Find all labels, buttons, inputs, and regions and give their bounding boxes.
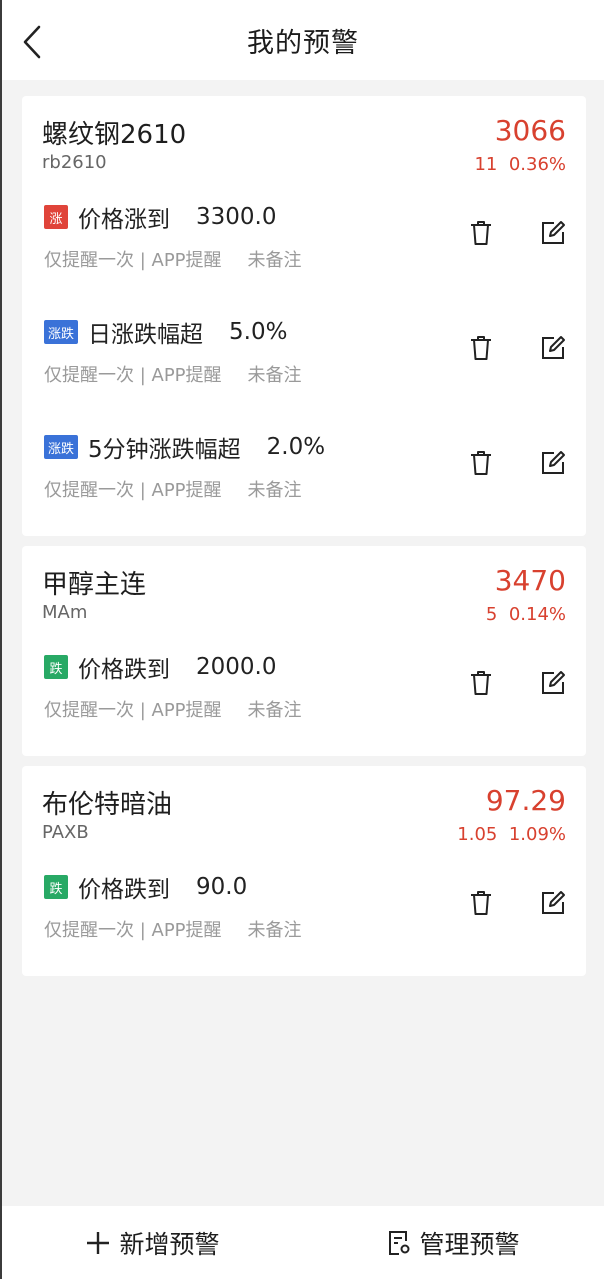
instrument-code: MAm bbox=[42, 602, 88, 623]
edit-button[interactable] bbox=[538, 668, 568, 698]
alert-value: 90.0 bbox=[196, 874, 248, 900]
alert-frequency: 仅提醒一次 | APP提醒 bbox=[44, 700, 222, 721]
alert-card[interactable]: 甲醇主连 MAm 3470 5 0.14% 跌 价格跌到 2000.0 仅提醒一… bbox=[22, 546, 586, 756]
manage-alerts-button[interactable]: 管理预警 bbox=[303, 1206, 604, 1279]
edit-button[interactable] bbox=[538, 333, 568, 363]
alert-value: 2000.0 bbox=[196, 654, 277, 680]
alert-details: 仅提醒一次 | APP提醒 未备注 bbox=[44, 246, 302, 272]
delete-button[interactable] bbox=[466, 668, 496, 698]
alert-value: 5.0% bbox=[229, 319, 288, 345]
document-gear-icon bbox=[389, 1230, 410, 1255]
alert-item[interactable]: 跌 价格跌到 2000.0 仅提醒一次 | APP提醒 未备注 bbox=[22, 636, 586, 751]
alert-note: 未备注 bbox=[247, 250, 302, 271]
instrument-change: 11 0.36% bbox=[474, 154, 566, 175]
range-tag: 涨跌 bbox=[44, 435, 78, 459]
add-alert-label: 新增预警 bbox=[119, 1229, 220, 1259]
trash-icon bbox=[471, 221, 491, 245]
alert-value: 3300.0 bbox=[196, 204, 277, 230]
trash-icon bbox=[471, 451, 491, 475]
alert-details: 仅提醒一次 | APP提醒 未备注 bbox=[44, 476, 302, 502]
instrument-name: 螺纹钢2610 bbox=[42, 120, 187, 150]
alert-condition: 价格涨到 bbox=[78, 207, 170, 233]
edit-button[interactable] bbox=[538, 218, 568, 248]
page-title: 我的预警 bbox=[247, 27, 359, 59]
alert-note: 未备注 bbox=[247, 700, 302, 721]
alert-frequency: 仅提醒一次 | APP提醒 bbox=[44, 250, 222, 271]
alert-condition: 价格跌到 bbox=[78, 657, 170, 683]
alert-note: 未备注 bbox=[247, 920, 302, 941]
chevron-left-icon bbox=[23, 25, 41, 59]
alert-note: 未备注 bbox=[247, 480, 302, 501]
edit-button[interactable] bbox=[538, 888, 568, 918]
alert-condition: 日涨跌幅超 bbox=[88, 322, 203, 348]
edit-icon bbox=[542, 221, 565, 244]
instrument-name: 布伦特暗油 bbox=[42, 790, 173, 820]
fall-tag: 跌 bbox=[44, 875, 68, 899]
alert-details: 仅提醒一次 | APP提醒 未备注 bbox=[44, 361, 302, 387]
alert-details: 仅提醒一次 | APP提醒 未备注 bbox=[44, 916, 302, 942]
alert-details: 仅提醒一次 | APP提醒 未备注 bbox=[44, 696, 302, 722]
edit-icon bbox=[542, 336, 565, 359]
instrument-change: 5 0.14% bbox=[485, 604, 566, 625]
edit-button[interactable] bbox=[538, 448, 568, 478]
rise-tag: 涨 bbox=[44, 205, 68, 229]
instrument-price: 3066 bbox=[494, 114, 566, 147]
trash-icon bbox=[471, 671, 491, 695]
edit-icon bbox=[542, 451, 565, 474]
alert-card[interactable]: 布伦特暗油 PAXB 97.29 1.05 1.09% 跌 价格跌到 90.0 … bbox=[22, 766, 586, 976]
alert-frequency: 仅提醒一次 | APP提醒 bbox=[44, 480, 222, 501]
add-alert-button[interactable]: 新增预警 bbox=[2, 1206, 303, 1279]
card-header: 甲醇主连 MAm 3470 5 0.14% bbox=[22, 546, 586, 636]
top-bar: 我的预警 bbox=[2, 0, 604, 80]
back-button[interactable] bbox=[16, 22, 48, 62]
edit-icon bbox=[542, 891, 565, 914]
delete-button[interactable] bbox=[466, 888, 496, 918]
instrument-price: 3470 bbox=[494, 564, 566, 597]
alert-frequency: 仅提醒一次 | APP提醒 bbox=[44, 365, 222, 386]
range-tag: 涨跌 bbox=[44, 320, 78, 344]
alert-frequency: 仅提醒一次 | APP提醒 bbox=[44, 920, 222, 941]
alert-note: 未备注 bbox=[247, 365, 302, 386]
alert-condition: 5分钟涨跌幅超 bbox=[88, 437, 241, 463]
alert-item[interactable]: 涨 价格涨到 3300.0 仅提醒一次 | APP提醒 未备注 bbox=[22, 186, 586, 301]
instrument-code: PAXB bbox=[42, 822, 89, 843]
instrument-change: 1.05 1.09% bbox=[457, 824, 566, 845]
instrument-name: 甲醇主连 bbox=[42, 570, 147, 600]
plus-icon bbox=[87, 1231, 110, 1254]
trash-icon bbox=[471, 336, 491, 360]
card-header: 布伦特暗油 PAXB 97.29 1.05 1.09% bbox=[22, 766, 586, 856]
alert-item[interactable]: 涨跌 日涨跌幅超 5.0% 仅提醒一次 | APP提醒 未备注 bbox=[22, 301, 586, 416]
bottom-bar: 新增预警 管理预警 bbox=[2, 1206, 604, 1279]
trash-icon bbox=[471, 891, 491, 915]
alert-card[interactable]: 螺纹钢2610 rb2610 3066 11 0.36% 涨 价格涨到 3300… bbox=[22, 96, 586, 536]
alert-condition: 价格跌到 bbox=[78, 877, 170, 903]
card-header: 螺纹钢2610 rb2610 3066 11 0.36% bbox=[22, 96, 586, 186]
instrument-code: rb2610 bbox=[42, 152, 107, 173]
delete-button[interactable] bbox=[466, 448, 496, 478]
alert-item[interactable]: 跌 价格跌到 90.0 仅提醒一次 | APP提醒 未备注 bbox=[22, 856, 586, 971]
alert-item[interactable]: 涨跌 5分钟涨跌幅超 2.0% 仅提醒一次 | APP提醒 未备注 bbox=[22, 416, 586, 531]
delete-button[interactable] bbox=[466, 218, 496, 248]
manage-alerts-label: 管理预警 bbox=[419, 1229, 520, 1259]
alerts-page: 我的预警 螺纹钢2610 rb2610 3066 11 0.36% 涨 价格涨到… bbox=[0, 0, 604, 1279]
instrument-price: 97.29 bbox=[485, 784, 566, 817]
fall-tag: 跌 bbox=[44, 655, 68, 679]
delete-button[interactable] bbox=[466, 333, 496, 363]
edit-icon bbox=[542, 671, 565, 694]
alert-value: 2.0% bbox=[266, 434, 326, 460]
